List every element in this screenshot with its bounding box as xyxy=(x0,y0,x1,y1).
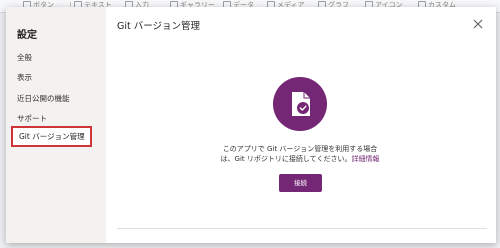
sidebar-title: 設定 xyxy=(17,30,37,41)
sidebar-item-general[interactable]: 全般 xyxy=(17,52,32,63)
git-info-text-line2-body: は、Git リポジトリに接続してください。 xyxy=(220,155,352,163)
sidebar-item-git-version-control[interactable]: Git バージョン管理 xyxy=(11,126,92,147)
git-info-text-line2: は、Git リポジトリに接続してください。詳細情報 xyxy=(200,154,400,164)
sidebar-item-display[interactable]: 表示 xyxy=(17,72,32,83)
sidebar-item-support[interactable]: サポート xyxy=(17,113,47,124)
connect-button[interactable]: 接続 xyxy=(279,174,322,192)
sidebar-item-upcoming-features[interactable]: 近日公開の機能 xyxy=(17,93,70,104)
git-document-check-icon xyxy=(273,77,327,131)
settings-sidebar: 設定 全般 表示 近日公開の機能 サポート Git バージョン管理 xyxy=(6,7,106,243)
settings-dialog: 設定 全般 表示 近日公開の機能 サポート Git バージョン管理 Git バー… xyxy=(6,7,496,243)
close-button[interactable] xyxy=(471,16,485,30)
footer-divider xyxy=(117,228,487,229)
close-icon xyxy=(473,19,483,29)
dialog-title: Git バージョン管理 xyxy=(117,21,201,32)
git-info-text-line1: このアプリで Git バージョン管理を利用する場合 xyxy=(222,145,378,153)
learn-more-link[interactable]: 詳細情報 xyxy=(351,155,379,163)
